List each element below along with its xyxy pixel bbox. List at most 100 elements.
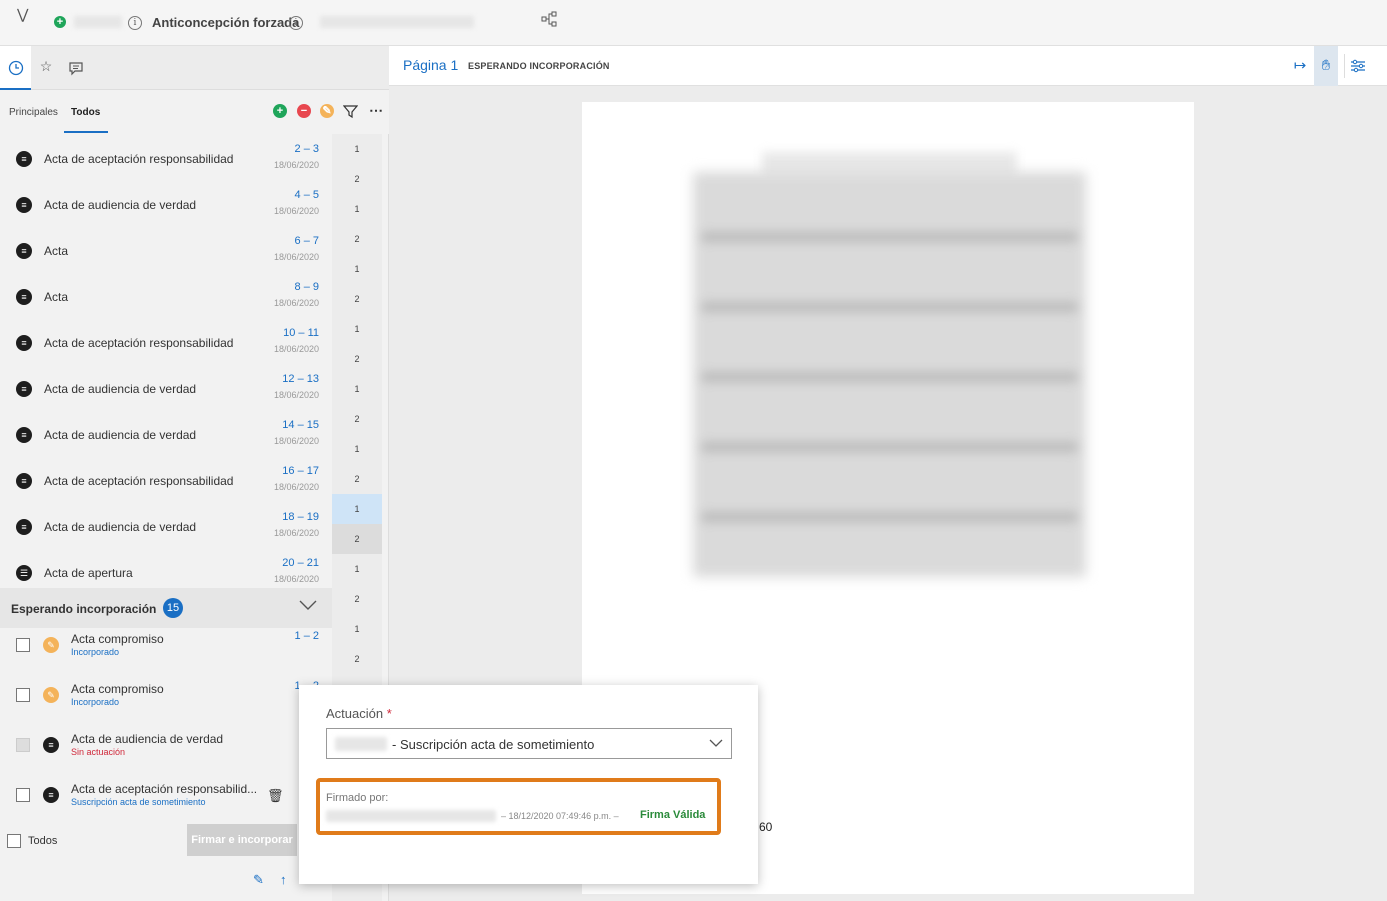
page-number-cell[interactable]: 2: [332, 524, 382, 554]
page-number-cell[interactable]: 2: [332, 464, 382, 494]
document-date: 18/06/2020: [273, 528, 319, 538]
list-item[interactable]: ≡ Acta de aceptación responsabilidad 2 – 3…: [0, 134, 332, 180]
redacted-line: [702, 512, 1077, 522]
document-date: 18/06/2020: [273, 160, 319, 170]
hierarchy-icon[interactable]: [541, 11, 557, 27]
list-item[interactable]: ≡ Acta de audiencia de verdad 12 – 13 18/06…: [0, 364, 332, 410]
document-pages[interactable]: 8 – 9: [295, 281, 319, 293]
pending-list-item[interactable]: ≡ Acta de audiencia de verdad Sin actuació…: [0, 726, 332, 776]
page-number-cell[interactable]: 2: [332, 164, 382, 194]
item-checkbox[interactable]: [16, 788, 30, 802]
hand-tool-icon[interactable]: ✋︎: [1314, 46, 1338, 86]
page-number-cell[interactable]: 2: [332, 284, 382, 314]
page-number-cell[interactable]: 1: [332, 194, 382, 224]
actuacion-value: - Suscripción acta de sometimiento: [392, 737, 595, 752]
sign-and-incorporate-button[interactable]: Firmar e incorporar: [187, 824, 297, 856]
collapse-chevron-icon[interactable]: ⋁︎: [17, 6, 28, 23]
page-number-cell[interactable]: 1: [332, 254, 382, 284]
page-number-cell[interactable]: 2: [332, 344, 382, 374]
text-select-icon[interactable]: ↦: [1288, 46, 1312, 86]
document-date: 18/06/2020: [273, 252, 319, 262]
document-date: 18/06/2020: [273, 206, 319, 216]
pending-document-icon[interactable]: ✎: [320, 104, 334, 118]
history-clock-icon[interactable]: [6, 58, 26, 78]
document-pages[interactable]: 14 – 15: [282, 419, 319, 431]
pending-document-name: Acta de aceptación responsabilid...: [71, 782, 258, 796]
pending-section-title: Esperando incorporación: [11, 602, 157, 616]
document-icon: ≡: [16, 427, 32, 443]
add-icon[interactable]: +: [54, 16, 66, 28]
pending-list-item[interactable]: ✎Acta compromisoIncorporado1 – 2: [0, 626, 332, 676]
tab-principales[interactable]: Principales: [9, 107, 58, 118]
document-pages[interactable]: 2 – 3: [295, 143, 319, 155]
redacted-line: [702, 372, 1077, 382]
document-icon: ≡: [43, 737, 59, 753]
page-number-cell[interactable]: 1: [332, 374, 382, 404]
page-number-cell[interactable]: 2: [332, 644, 382, 674]
pending-document-name: Acta de audiencia de verdad: [71, 732, 224, 746]
document-state: ESPERANDO INCORPORACIÓN: [468, 61, 610, 71]
list-item[interactable]: ≡ Acta de audiencia de verdad 18 – 19 18/06…: [0, 502, 332, 548]
pending-document-status: Sin actuación: [71, 747, 126, 757]
list-item[interactable]: ≡ Acta 6 – 7 18/06/2020: [0, 226, 332, 272]
document-pages[interactable]: 4 – 5: [295, 189, 319, 201]
document-icon: ≡: [16, 151, 32, 167]
redacted-text: [320, 16, 474, 28]
document-pages[interactable]: 12 – 13: [282, 373, 319, 385]
list-item[interactable]: ≡ Acta de aceptación responsabilidad 10 – …: [0, 318, 332, 364]
page-text-fragment: 60: [759, 820, 773, 834]
document-pages[interactable]: 18 – 19: [282, 511, 319, 523]
page-number-cell[interactable]: 2: [332, 584, 382, 614]
page-number-cell[interactable]: 1: [332, 614, 382, 644]
chevron-down-icon[interactable]: [299, 598, 317, 612]
remove-document-icon[interactable]: −: [297, 104, 311, 118]
page-number-cell[interactable]: 2: [332, 224, 382, 254]
page-number-cell[interactable]: 1: [332, 554, 382, 584]
page-number-cell[interactable]: 1: [332, 494, 382, 524]
actuacion-select[interactable]: - Suscripción acta de sometimiento: [326, 728, 732, 759]
document-pages[interactable]: 16 – 17: [282, 465, 319, 477]
page-number-cell[interactable]: 1: [332, 134, 382, 164]
list-item[interactable]: ≡ Acta 8 – 9 18/06/2020: [0, 272, 332, 318]
item-checkbox[interactable]: [16, 738, 30, 752]
info-icon[interactable]: i: [128, 16, 142, 30]
signed-by-label: Firmado por:: [326, 792, 389, 804]
list-item[interactable]: ☰ Acta de apertura 20 – 21 18/06/2020: [0, 548, 332, 588]
item-checkbox[interactable]: [16, 688, 30, 702]
comment-icon[interactable]: [66, 58, 86, 78]
document-icon: ☰: [16, 565, 32, 581]
upload-icon[interactable]: ↑: [280, 872, 294, 887]
pending-list-item[interactable]: ✎Acta compromisoIncorporado1 – 2: [0, 676, 332, 726]
page-number-cell[interactable]: 1: [332, 314, 382, 344]
document-pages[interactable]: 6 – 7: [295, 235, 319, 247]
more-options-icon[interactable]: ⋯: [369, 102, 383, 119]
document-pages[interactable]: 10 – 11: [283, 327, 319, 339]
pending-document-pages[interactable]: 1 – 2: [295, 630, 319, 642]
settings-sliders-icon[interactable]: [1350, 58, 1366, 74]
signature-popup: Actuación * - Suscripción acta de someti…: [299, 685, 758, 884]
pending-section-header[interactable]: Esperando incorporación 15: [0, 588, 332, 628]
document-icon: ≡: [16, 381, 32, 397]
document-icon: ≡: [43, 787, 59, 803]
star-icon[interactable]: ☆: [36, 58, 56, 78]
redacted-text: [335, 737, 387, 751]
document-pages[interactable]: 20 – 21: [282, 557, 319, 569]
document-icon: ≡: [16, 289, 32, 305]
list-item[interactable]: ≡ Acta de aceptación responsabilidad 16 – …: [0, 456, 332, 502]
pending-document-status: Incorporado: [71, 647, 120, 657]
edit-icon[interactable]: ✎: [253, 872, 267, 887]
add-document-icon[interactable]: +: [273, 104, 287, 118]
document-date: 18/06/2020: [273, 436, 319, 446]
page-number-cell[interactable]: 1: [332, 434, 382, 464]
select-all-checkbox[interactable]: [7, 834, 21, 848]
list-item[interactable]: ≡ Acta de audiencia de verdad 14 – 15 18/06…: [0, 410, 332, 456]
info-icon[interactable]: i: [289, 16, 303, 30]
item-checkbox[interactable]: [16, 638, 30, 652]
select-all-label: Todos: [28, 835, 58, 847]
page-number-cell[interactable]: 2: [332, 404, 382, 434]
filter-icon[interactable]: [343, 104, 358, 119]
list-item[interactable]: ≡ Acta de audiencia de verdad 4 – 5 18/06/2…: [0, 180, 332, 226]
tab-todos[interactable]: Todos: [71, 107, 100, 118]
delete-icon[interactable]: 🗑︎: [267, 788, 284, 804]
pending-document-status: Incorporado: [71, 697, 120, 707]
